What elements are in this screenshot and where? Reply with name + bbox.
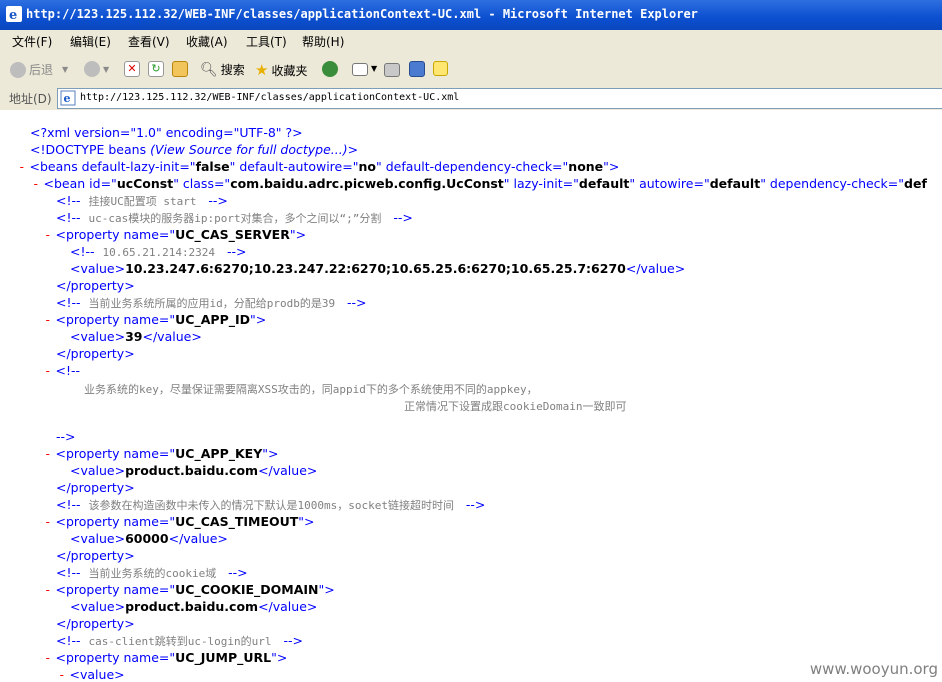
- back-button[interactable]: 后退 ▼: [10, 61, 68, 78]
- collapse-toggle[interactable]: -: [44, 363, 52, 378]
- forward-button[interactable]: ▼: [84, 61, 109, 77]
- refresh-icon: ↻: [148, 61, 164, 77]
- search-icon: 🔍︎: [200, 61, 218, 78]
- page-icon: e: [60, 90, 76, 106]
- comment-close: -->: [56, 429, 76, 444]
- chevron-down-icon: ▼: [371, 64, 378, 73]
- collapse-toggle[interactable]: -: [44, 650, 52, 665]
- property-element: - <property name="UC_CAS_SERVER">: [44, 227, 307, 242]
- xml-comment: <!-- 挂接UC配置项 start -->: [56, 193, 228, 208]
- value-element: - <value>: [58, 667, 125, 682]
- xml-comment: <!-- 该参数在构造函数中未传入的情况下默认是1000ms，socket链接超…: [56, 497, 486, 512]
- media-button[interactable]: [322, 61, 338, 77]
- favorites-button[interactable]: ★ 收藏夹: [255, 61, 307, 79]
- stop-icon: ✕: [124, 61, 140, 77]
- collapse-toggle[interactable]: -: [44, 312, 52, 327]
- value-element: <value>39</value>: [70, 329, 202, 344]
- xml-document: <?xml version="1.0" encoding="UTF-8" ?> …: [0, 110, 942, 682]
- value-element: <value>product.baidu.com</value>: [70, 463, 318, 478]
- comment-text: 正常情况下设置成跟cookieDomain一致即可: [404, 400, 627, 413]
- collapse-toggle[interactable]: -: [44, 582, 52, 597]
- chevron-down-icon: ▼: [103, 64, 110, 74]
- menu-bar: 文件(F) 编辑(E) 查看(V) 收藏(A) 工具(T) 帮助(H): [0, 30, 942, 53]
- xml-comment: <!-- cas-client跳转到uc-login的url -->: [56, 633, 303, 648]
- property-element: - <property name="UC_CAS_TIMEOUT">: [44, 514, 315, 529]
- watermark: www.wooyun.org: [809, 660, 938, 678]
- print-button[interactable]: [384, 61, 400, 77]
- favorites-label: 收藏夹: [271, 63, 308, 78]
- mail-icon: [352, 63, 368, 76]
- value-element: <value>product.baidu.com</value>: [70, 599, 318, 614]
- xml-comment: <!-- 10.65.21.214:2324 -->: [70, 244, 247, 259]
- notes-icon: [433, 61, 448, 76]
- title-bar: e http://123.125.112.32/WEB-INF/classes/…: [0, 0, 942, 30]
- comment-text: 业务系统的key，尽量保证需要隔离XSS攻击的，同appid下的多个系统使用不同…: [84, 383, 538, 396]
- property-element: - <property name="UC_APP_ID">: [44, 312, 267, 327]
- forward-arrow-icon: [84, 61, 100, 77]
- toolbar: 后退 ▼ ▼ ✕ ↻ 🔍︎ 搜索 ★ 收藏夹 ▼: [0, 52, 942, 87]
- collapse-toggle[interactable]: -: [44, 227, 52, 242]
- xml-comment: <!-- 当前业务系统所属的应用id，分配给prodb的是39 -->: [56, 295, 367, 310]
- collapse-toggle[interactable]: -: [44, 446, 52, 461]
- menu-favorites[interactable]: 收藏(A): [186, 33, 228, 50]
- property-close: </property>: [56, 548, 135, 563]
- property-element: - <property name="UC_APP_KEY">: [44, 446, 279, 461]
- address-label: 地址(D): [9, 92, 52, 106]
- property-element: - <property name="UC_COOKIE_DOMAIN">: [44, 582, 335, 597]
- collapse-toggle[interactable]: -: [44, 514, 52, 529]
- menu-file[interactable]: 文件(F): [12, 33, 52, 50]
- window-title: http://123.125.112.32/WEB-INF/classes/ap…: [26, 7, 698, 21]
- menu-help[interactable]: 帮助(H): [302, 33, 344, 50]
- address-bar: 地址(D) e http://123.125.112.32/WEB-INF/cl…: [0, 86, 942, 111]
- collapse-toggle[interactable]: -: [32, 176, 40, 191]
- refresh-button[interactable]: ↻: [148, 61, 164, 77]
- notes-button[interactable]: [433, 61, 448, 76]
- home-icon: [172, 61, 188, 77]
- collapse-toggle[interactable]: -: [18, 159, 26, 174]
- collapse-toggle[interactable]: -: [58, 667, 66, 682]
- search-button[interactable]: 🔍︎ 搜索: [200, 61, 245, 78]
- edit-button[interactable]: [409, 61, 425, 77]
- svg-text:e: e: [9, 8, 17, 22]
- xml-declaration: <?xml version="1.0" encoding="UTF-8" ?>: [30, 125, 303, 140]
- address-url: http://123.125.112.32/WEB-INF/classes/ap…: [80, 92, 460, 103]
- address-input[interactable]: e http://123.125.112.32/WEB-INF/classes/…: [57, 88, 942, 109]
- home-button[interactable]: [172, 61, 188, 77]
- property-close: </property>: [56, 480, 135, 495]
- media-icon: [322, 61, 338, 77]
- menu-edit[interactable]: 编辑(E): [70, 33, 111, 50]
- bean-element: - <bean id="ucConst" class="com.baidu.ad…: [32, 176, 927, 191]
- star-icon: ★: [255, 61, 269, 79]
- value-element: <value>10.23.247.6:6270;10.23.247.22:627…: [70, 261, 686, 276]
- chevron-down-icon: ▼: [62, 65, 69, 74]
- edit-icon: [409, 61, 425, 77]
- ie-icon: e: [6, 6, 22, 22]
- property-close: </property>: [56, 616, 135, 631]
- menu-tools[interactable]: 工具(T): [246, 33, 287, 50]
- mail-button[interactable]: ▼: [352, 61, 377, 76]
- svg-text:e: e: [64, 92, 71, 105]
- view-source-link[interactable]: (View Source for full doctype...): [150, 142, 348, 157]
- menu-view[interactable]: 查看(V): [128, 33, 170, 50]
- property-close: </property>: [56, 278, 135, 293]
- beans-element: - <beans default-lazy-init="false" defau…: [18, 159, 620, 174]
- xml-comment-block: - <!--: [44, 363, 81, 378]
- back-label: 后退: [29, 63, 54, 77]
- xml-comment: <!-- uc-cas模块的服务器ip:port对集合，多个之间以“;”分割 -…: [56, 210, 413, 225]
- xml-comment: <!-- 当前业务系统的cookie域 -->: [56, 565, 248, 580]
- property-element: - <property name="UC_JUMP_URL">: [44, 650, 288, 665]
- back-arrow-icon: [10, 61, 26, 78]
- xml-doctype: <!DOCTYPE beans (View Source for full do…: [30, 142, 359, 157]
- property-close: </property>: [56, 346, 135, 361]
- stop-button[interactable]: ✕: [124, 61, 140, 77]
- value-element: <value>60000</value>: [70, 531, 228, 546]
- printer-icon: [384, 63, 400, 77]
- search-label: 搜索: [220, 63, 245, 77]
